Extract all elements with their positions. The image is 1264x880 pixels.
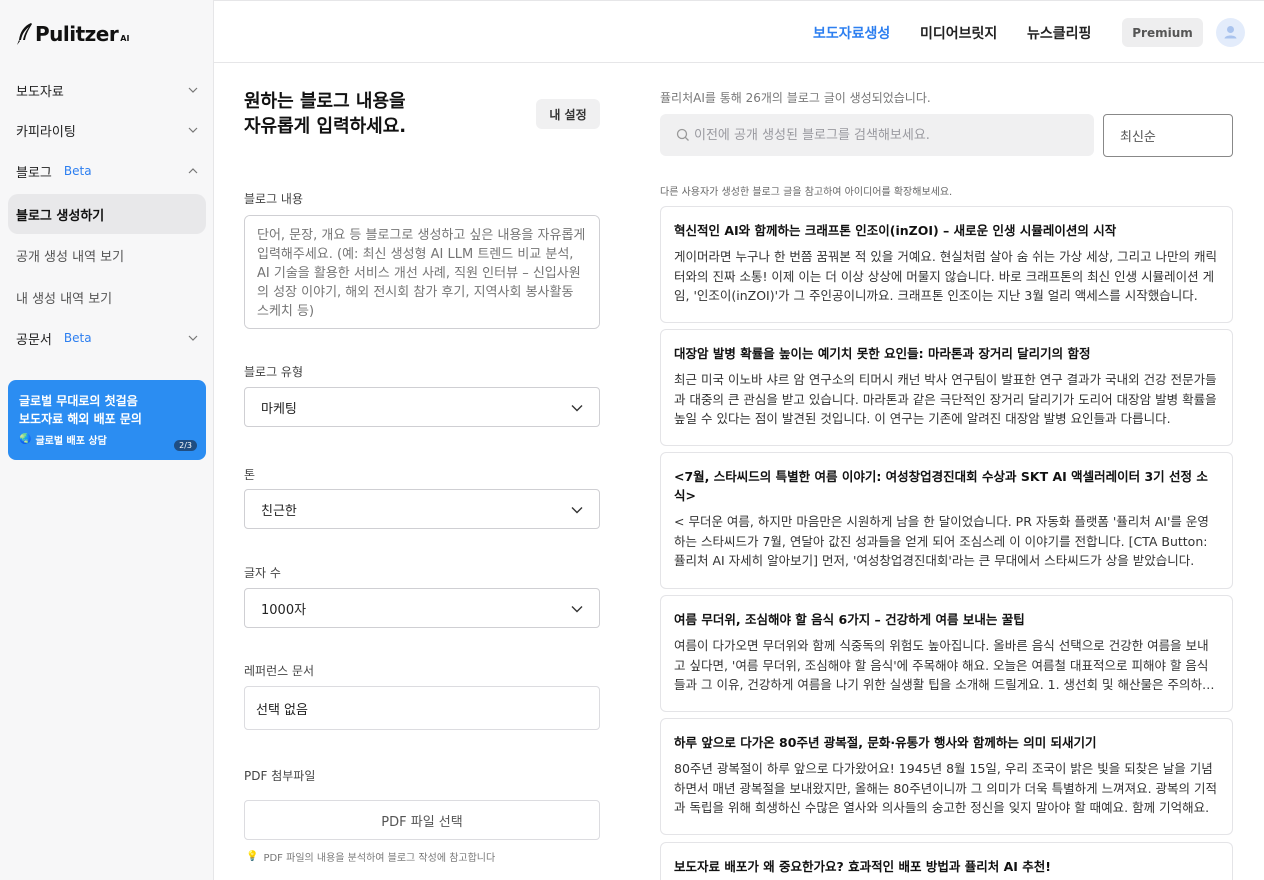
sidebar: Pulitzer AI 보도자료 카피라이팅 블로그 Beta 블로그 생성하기… xyxy=(0,0,214,880)
promo-banner[interactable]: 글로벌 무대로의 첫걸음 보도자료 해외 배포 문의 🌏 글로벌 배포 상담 2… xyxy=(8,380,206,460)
blog-type-value: 마케팅 xyxy=(261,401,297,417)
generated-count: 퓰리처AI를 통해 26개의 블로그 글이 생성되었습니다. xyxy=(660,91,931,105)
promo-sub: 🌏 글로벌 배포 상담 xyxy=(19,432,195,447)
blog-card[interactable]: 보도자료 배포가 왜 중요한가요? 효과적인 배포 방법과 퓰리처 AI 추천! xyxy=(660,842,1233,880)
beta-badge: Beta xyxy=(63,331,92,345)
tone-label: 톤 xyxy=(244,468,256,482)
page-title-line2: 자유롭게 입력하세요. xyxy=(244,116,407,137)
list-hint: 다른 사용자가 생성한 블로그 글을 참고하여 아이디어를 확장해보세요. xyxy=(660,187,953,198)
globe-icon: 🌏 xyxy=(19,434,32,445)
sidebar-item-official-document[interactable]: 공문서 Beta xyxy=(0,323,214,353)
tone-value: 친근한 xyxy=(261,503,297,519)
blog-card[interactable]: 대장암 발병 확률을 높이는 예기치 못한 요인들: 마라톤과 장거리 달리기의… xyxy=(660,329,1233,446)
chevron-down-icon xyxy=(571,405,583,412)
quill-logo-icon xyxy=(17,23,32,45)
search-bar[interactable] xyxy=(660,114,1094,156)
top-navigation: 보도자료생성 미디어브릿지 뉴스클리핑 Premium xyxy=(214,0,1264,63)
sort-select[interactable]: 최신순 xyxy=(1103,114,1233,157)
blog-type-select[interactable]: 마케팅 xyxy=(244,387,600,427)
promo-page-badge: 2/3 xyxy=(174,440,197,451)
nav-link-news-clipping[interactable]: 뉴스클리핑 xyxy=(1027,23,1091,43)
sidebar-item-label: 공문서 xyxy=(16,332,52,348)
blog-content-label: 블로그 내용 xyxy=(244,192,304,206)
blog-card[interactable]: 여름 무더위, 조심해야 할 음식 6가지 – 건강하게 여름 보내는 꿀팁 여… xyxy=(660,595,1233,712)
chevron-up-icon xyxy=(188,168,198,174)
sidebar-item-public-history[interactable]: 공개 생성 내역 보기 xyxy=(8,235,206,275)
search-icon xyxy=(676,128,689,141)
promo-title-line2: 보도자료 해외 배포 문의 xyxy=(19,412,142,426)
sort-value: 최신순 xyxy=(1120,130,1156,145)
pdf-select-button[interactable]: PDF 파일 선택 xyxy=(244,800,600,840)
blog-card-title: 혁신적인 AI와 함께하는 크래프톤 인조이(inZOI) – 새로운 인생 시… xyxy=(674,223,1117,238)
my-settings-button[interactable]: 내 설정 xyxy=(536,99,600,129)
nav-link-media-bridge[interactable]: 미디어브릿지 xyxy=(920,23,997,43)
sidebar-item-label: 블로그 xyxy=(16,165,52,181)
premium-button[interactable]: Premium xyxy=(1122,18,1203,47)
blog-card[interactable]: 하루 앞으로 다가온 80주년 광복절, 문화·유통가 행사와 함께하는 의미 … xyxy=(660,718,1233,835)
beta-badge: Beta xyxy=(63,164,92,178)
blog-card[interactable]: 혁신적인 AI와 함께하는 크래프톤 인조이(inZOI) – 새로운 인생 시… xyxy=(660,206,1233,323)
logo[interactable]: Pulitzer AI xyxy=(16,20,129,46)
promo-title-line1: 글로벌 무대로의 첫걸음 xyxy=(19,394,138,408)
chevron-down-icon xyxy=(188,127,198,133)
length-label: 글자 수 xyxy=(244,566,281,580)
chevron-down-icon xyxy=(571,507,583,514)
nav-link-press-generate[interactable]: 보도자료생성 xyxy=(813,23,890,43)
page-title-line1: 원하는 블로그 내용을 xyxy=(244,91,406,112)
sidebar-item-label: 카피라이팅 xyxy=(16,124,76,140)
blog-card-excerpt: 여름이 다가오면 무더위와 함께 식중독의 위험도 높아집니다. 올바른 음식 … xyxy=(674,638,1214,692)
sidebar-item-my-history[interactable]: 내 생성 내역 보기 xyxy=(8,277,206,317)
page-title: 원하는 블로그 내용을 자유롭게 입력하세요. xyxy=(244,89,406,139)
blog-content-input[interactable] xyxy=(244,215,600,329)
sidebar-item-create-blog[interactable]: 블로그 생성하기 xyxy=(8,194,206,234)
pdf-hint-text: PDF 파일의 내용을 분석하여 블로그 작성에 참고합니다 xyxy=(263,853,496,864)
sidebar-item-label: 보도자료 xyxy=(16,84,64,100)
lightbulb-icon: 💡 xyxy=(246,851,259,862)
avatar[interactable] xyxy=(1216,18,1245,47)
logo-text: Pulitzer xyxy=(35,22,119,46)
tone-select[interactable]: 친근한 xyxy=(244,489,600,529)
blog-card-excerpt: 최근 미국 이노바 샤르 암 연구소의 티머시 캐넌 박사 연구팀이 발표한 연… xyxy=(674,372,1217,426)
length-select[interactable]: 1000자 xyxy=(244,588,600,628)
blog-card-title: 하루 앞으로 다가온 80주년 광복절, 문화·유통가 행사와 함께하는 의미 … xyxy=(674,735,1097,750)
sidebar-item-blog[interactable]: 블로그 Beta xyxy=(0,156,214,186)
length-value: 1000자 xyxy=(261,602,307,618)
promo-sub-label: 글로벌 배포 상담 xyxy=(35,436,107,447)
chevron-down-icon xyxy=(188,87,198,93)
blog-card-excerpt: < 무더운 여름, 하지만 마음만은 시원하게 남을 한 달이었습니다. PR … xyxy=(674,514,1209,568)
blog-card-title: <7월, 스타씨드의 특별한 여름 이야기: 여성창업경진대회 수상과 SKT … xyxy=(674,469,1208,503)
blog-card-title: 보도자료 배포가 왜 중요한가요? 효과적인 배포 방법과 퓰리처 AI 추천! xyxy=(674,859,1051,874)
chevron-down-icon xyxy=(571,606,583,613)
chevron-down-icon xyxy=(188,335,198,341)
search-input[interactable] xyxy=(694,127,1074,143)
blog-card-title: 여름 무더위, 조심해야 할 음식 6가지 – 건강하게 여름 보내는 꿀팁 xyxy=(674,612,1025,627)
sidebar-item-copywriting[interactable]: 카피라이팅 xyxy=(0,115,214,145)
blog-card-title: 대장암 발병 확률을 높이는 예기치 못한 요인들: 마라톤과 장거리 달리기의… xyxy=(674,346,1091,361)
pdf-hint: 💡 PDF 파일의 내용을 분석하여 블로그 작성에 참고합니다 xyxy=(246,849,495,864)
user-icon xyxy=(1224,26,1237,39)
logo-ai-badge: AI xyxy=(120,34,130,43)
blog-card-excerpt: 게이머라면 누구나 한 번쯤 꿈꿔본 적 있을 거예요. 현실처럼 살아 숨 쉬… xyxy=(674,249,1218,303)
pdf-label: PDF 첨부파일 xyxy=(244,769,316,783)
reference-value: 선택 없음 xyxy=(256,702,308,718)
blog-card[interactable]: <7월, 스타씨드의 특별한 여름 이야기: 여성창업경진대회 수상과 SKT … xyxy=(660,452,1233,589)
reference-label: 레퍼런스 문서 xyxy=(244,664,315,678)
sidebar-item-press-release[interactable]: 보도자료 xyxy=(0,75,214,105)
blog-type-label: 블로그 유형 xyxy=(244,365,304,379)
blog-card-excerpt: 80주년 광복절이 하루 앞으로 다가왔어요! 1945년 8월 15일, 우리… xyxy=(674,761,1218,815)
reference-select[interactable]: 선택 없음 xyxy=(244,686,600,730)
